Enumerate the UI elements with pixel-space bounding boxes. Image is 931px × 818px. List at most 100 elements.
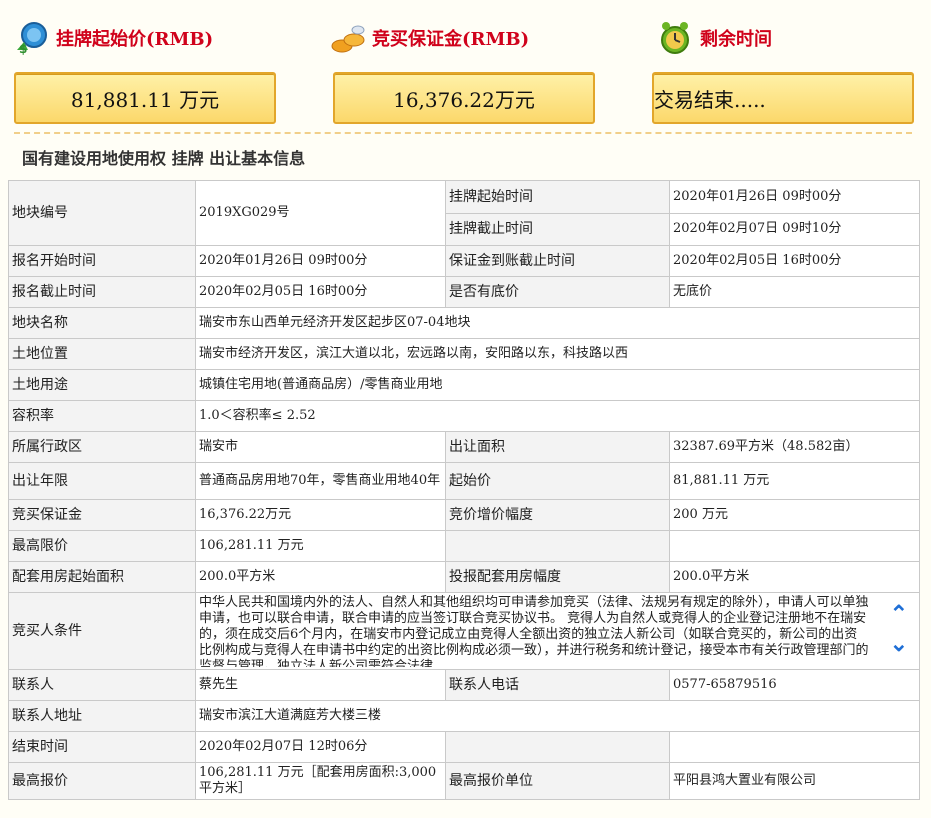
section-divider [14,132,912,134]
end-time-value: 2020年02月07日 12时06分 [195,731,446,763]
chevron-down-icon[interactable]: ⌄ [890,629,908,659]
housing-start-value: 200.0平方米 [195,561,446,593]
start-price-label: 挂牌起始价(RMB) [56,29,214,50]
bidder-conditions-scroll[interactable]: 中华人民共和国境内外的法人、自然人和其他组织均可申请参加竞买（法律、法规另有规定… [199,595,916,667]
increment-key: 竞价增价幅度 [445,499,670,531]
reserve-price-key: 是否有底价 [445,276,670,308]
max-bidder-key: 最高报价单位 [445,762,670,800]
table-row: 地块编号 2019XG029号 挂牌起始时间 2020年01月26日 09时00… [8,180,920,246]
table-row: 地块名称 瑞安市东山西单元经济开发区起步区07-04地块 [8,307,920,339]
listing-start-value: 2020年01月26日 09时00分 [669,180,920,214]
contact-value: 蔡先生 [195,669,446,701]
deposit-deadline-value: 2020年02月05日 16时00分 [669,245,920,277]
land-use-value: 城镇住宅用地(普通商品房）/零售商业用地 [195,369,920,401]
listing-end-value: 2020年02月07日 09时10分 [669,212,920,246]
reg-end-key: 报名截止时间 [8,276,196,308]
chevron-up-icon[interactable]: ⌃ [890,599,908,629]
area-key: 出让面积 [445,431,670,463]
max-bid-value: 106,281.11 万元［配套用房面积:3,000平方米］ [195,762,446,800]
table-row: 出让年限 普通商品房用地70年，零售商业用地40年 起始价 81,881.11 … [8,462,920,500]
empty-key-2 [445,731,670,763]
empty-value [669,530,920,562]
max-bid-key: 最高报价 [8,762,196,800]
plot-no-value: 2019XG029号 [195,180,446,246]
table-row: 最高限价 106,281.11 万元 [8,530,920,562]
bidder-conditions-key: 竞买人条件 [8,592,196,670]
reserve-price-value: 无底价 [669,276,920,308]
table-row: 所属行政区 瑞安市 出让面积 32387.69平方米（48.582亩） [8,431,920,463]
end-time-key: 结束时间 [8,731,196,763]
table-row: 报名截止时间 2020年02月05日 16时00分 是否有底价 无底价 [8,276,920,308]
max-bidder-value: 平阳县鸿大置业有限公司 [669,762,920,800]
alarm-clock-icon [658,20,694,56]
bidder-conditions-cell: 中华人民共和国境内外的法人、自然人和其他组织均可申请参加竞买（法律、法规另有规定… [195,592,920,670]
plot-name-value: 瑞安市东山西单元经济开发区起步区07-04地块 [195,307,920,339]
district-value: 瑞安市 [195,431,446,463]
start-price-value: 81,881.11 万元 [70,87,220,112]
address-value: 瑞安市滨江大道满庭芳大楼三楼 [195,700,920,732]
land-info-table: 地块编号 2019XG029号 挂牌起始时间 2020年01月26日 09时00… [8,180,920,800]
remaining-time-heading: 剩余时间 [658,18,772,58]
reg-end-value: 2020年02月05日 16时00分 [195,276,446,308]
listing-end-key: 挂牌截止时间 [445,212,670,246]
bidder-conditions-value: 中华人民共和国境内外的法人、自然人和其他组织均可申请参加竞买（法律、法规另有规定… [199,595,869,667]
housing-inc-value: 200.0平方米 [669,561,920,593]
reg-start-key: 报名开始时间 [8,245,196,277]
table-row: 竞买人条件 中华人民共和国境内外的法人、自然人和其他组织均可申请参加竞买（法律、… [8,592,920,670]
plot-name-key: 地块名称 [8,307,196,339]
plot-no-key: 地块编号 [8,180,196,246]
deposit-heading: 竞买保证金(RMB) [330,18,529,58]
deposit-label: 竞买保证金(RMB) [372,29,530,50]
contact-key: 联系人 [8,669,196,701]
address-key: 联系人地址 [8,700,196,732]
remaining-time-label: 剩余时间 [700,29,772,50]
scroll-controls: ⌃ ⌄ [890,599,908,659]
table-row: 土地用途 城镇住宅用地(普通商品房）/零售商业用地 [8,369,920,401]
listing-start-key: 挂牌起始时间 [445,180,670,214]
table-row: 结束时间 2020年02月07日 12时06分 [8,731,920,763]
start-price-heading: $ 挂牌起始价(RMB) [14,18,213,58]
deposit-box: 16,376.22万元 [333,72,595,124]
start-price-key: 起始价 [445,462,670,500]
table-row: 配套用房起始面积 200.0平方米 投报配套用房幅度 200.0平方米 [8,561,920,593]
phone-value: 0577-65879516 [669,669,920,701]
location-value: 瑞安市经济开发区，滨江大道以北，宏远路以南，安阳路以东，科技路以西 [195,338,920,370]
start-price-cell: 81,881.11 万元 [669,462,920,500]
table-row: 最高报价 106,281.11 万元［配套用房面积:3,000平方米］ 最高报价… [8,762,920,800]
remaining-time-box: 交易结束..... [652,72,914,124]
land-use-key: 土地用途 [8,369,196,401]
housing-inc-key: 投报配套用房幅度 [445,561,670,593]
far-key: 容积率 [8,400,196,432]
max-limit-key: 最高限价 [8,530,196,562]
table-row: 联系人地址 瑞安市滨江大道满庭芳大楼三楼 [8,700,920,732]
empty-key [445,530,670,562]
term-value: 普通商品房用地70年，零售商业用地40年 [195,462,446,500]
deposit-value: 16,376.22万元 [393,87,535,112]
table-row: 联系人 蔡先生 联系人电话 0577-65879516 [8,669,920,701]
start-price-box: 81,881.11 万元 [14,72,276,124]
deposit-key: 竞买保证金 [8,499,196,531]
svg-text:$: $ [19,42,27,56]
far-value: 1.0＜容积率≤ 2.52 [195,400,920,432]
table-row: 土地位置 瑞安市经济开发区，滨江大道以北，宏远路以南，安阳路以东，科技路以西 [8,338,920,370]
remaining-time-value: 交易结束..... [654,87,766,112]
max-limit-value: 106,281.11 万元 [195,530,446,562]
empty-value-2 [669,731,920,763]
reg-start-value: 2020年01月26日 09时00分 [195,245,446,277]
coins-icon [330,20,366,56]
money-coin-icon: $ [14,20,50,56]
location-key: 土地位置 [8,338,196,370]
table-row: 竞买保证金 16,376.22万元 竞价增价幅度 200 万元 [8,499,920,531]
term-key: 出让年限 [8,462,196,500]
table-row: 报名开始时间 2020年01月26日 09时00分 保证金到账截止时间 2020… [8,245,920,277]
deposit-cell: 16,376.22万元 [195,499,446,531]
phone-key: 联系人电话 [445,669,670,701]
housing-start-key: 配套用房起始面积 [8,561,196,593]
area-value: 32387.69平方米（48.582亩） [669,431,920,463]
section-title: 国有建设用地使用权 挂牌 出让基本信息 [22,149,306,168]
district-key: 所属行政区 [8,431,196,463]
table-row: 容积率 1.0＜容积率≤ 2.52 [8,400,920,432]
deposit-deadline-key: 保证金到账截止时间 [445,245,670,277]
increment-value: 200 万元 [669,499,920,531]
price-summary-header: $ 挂牌起始价(RMB) 竞买保证金(RMB) 剩余时间 81,881.11 万… [0,0,931,130]
